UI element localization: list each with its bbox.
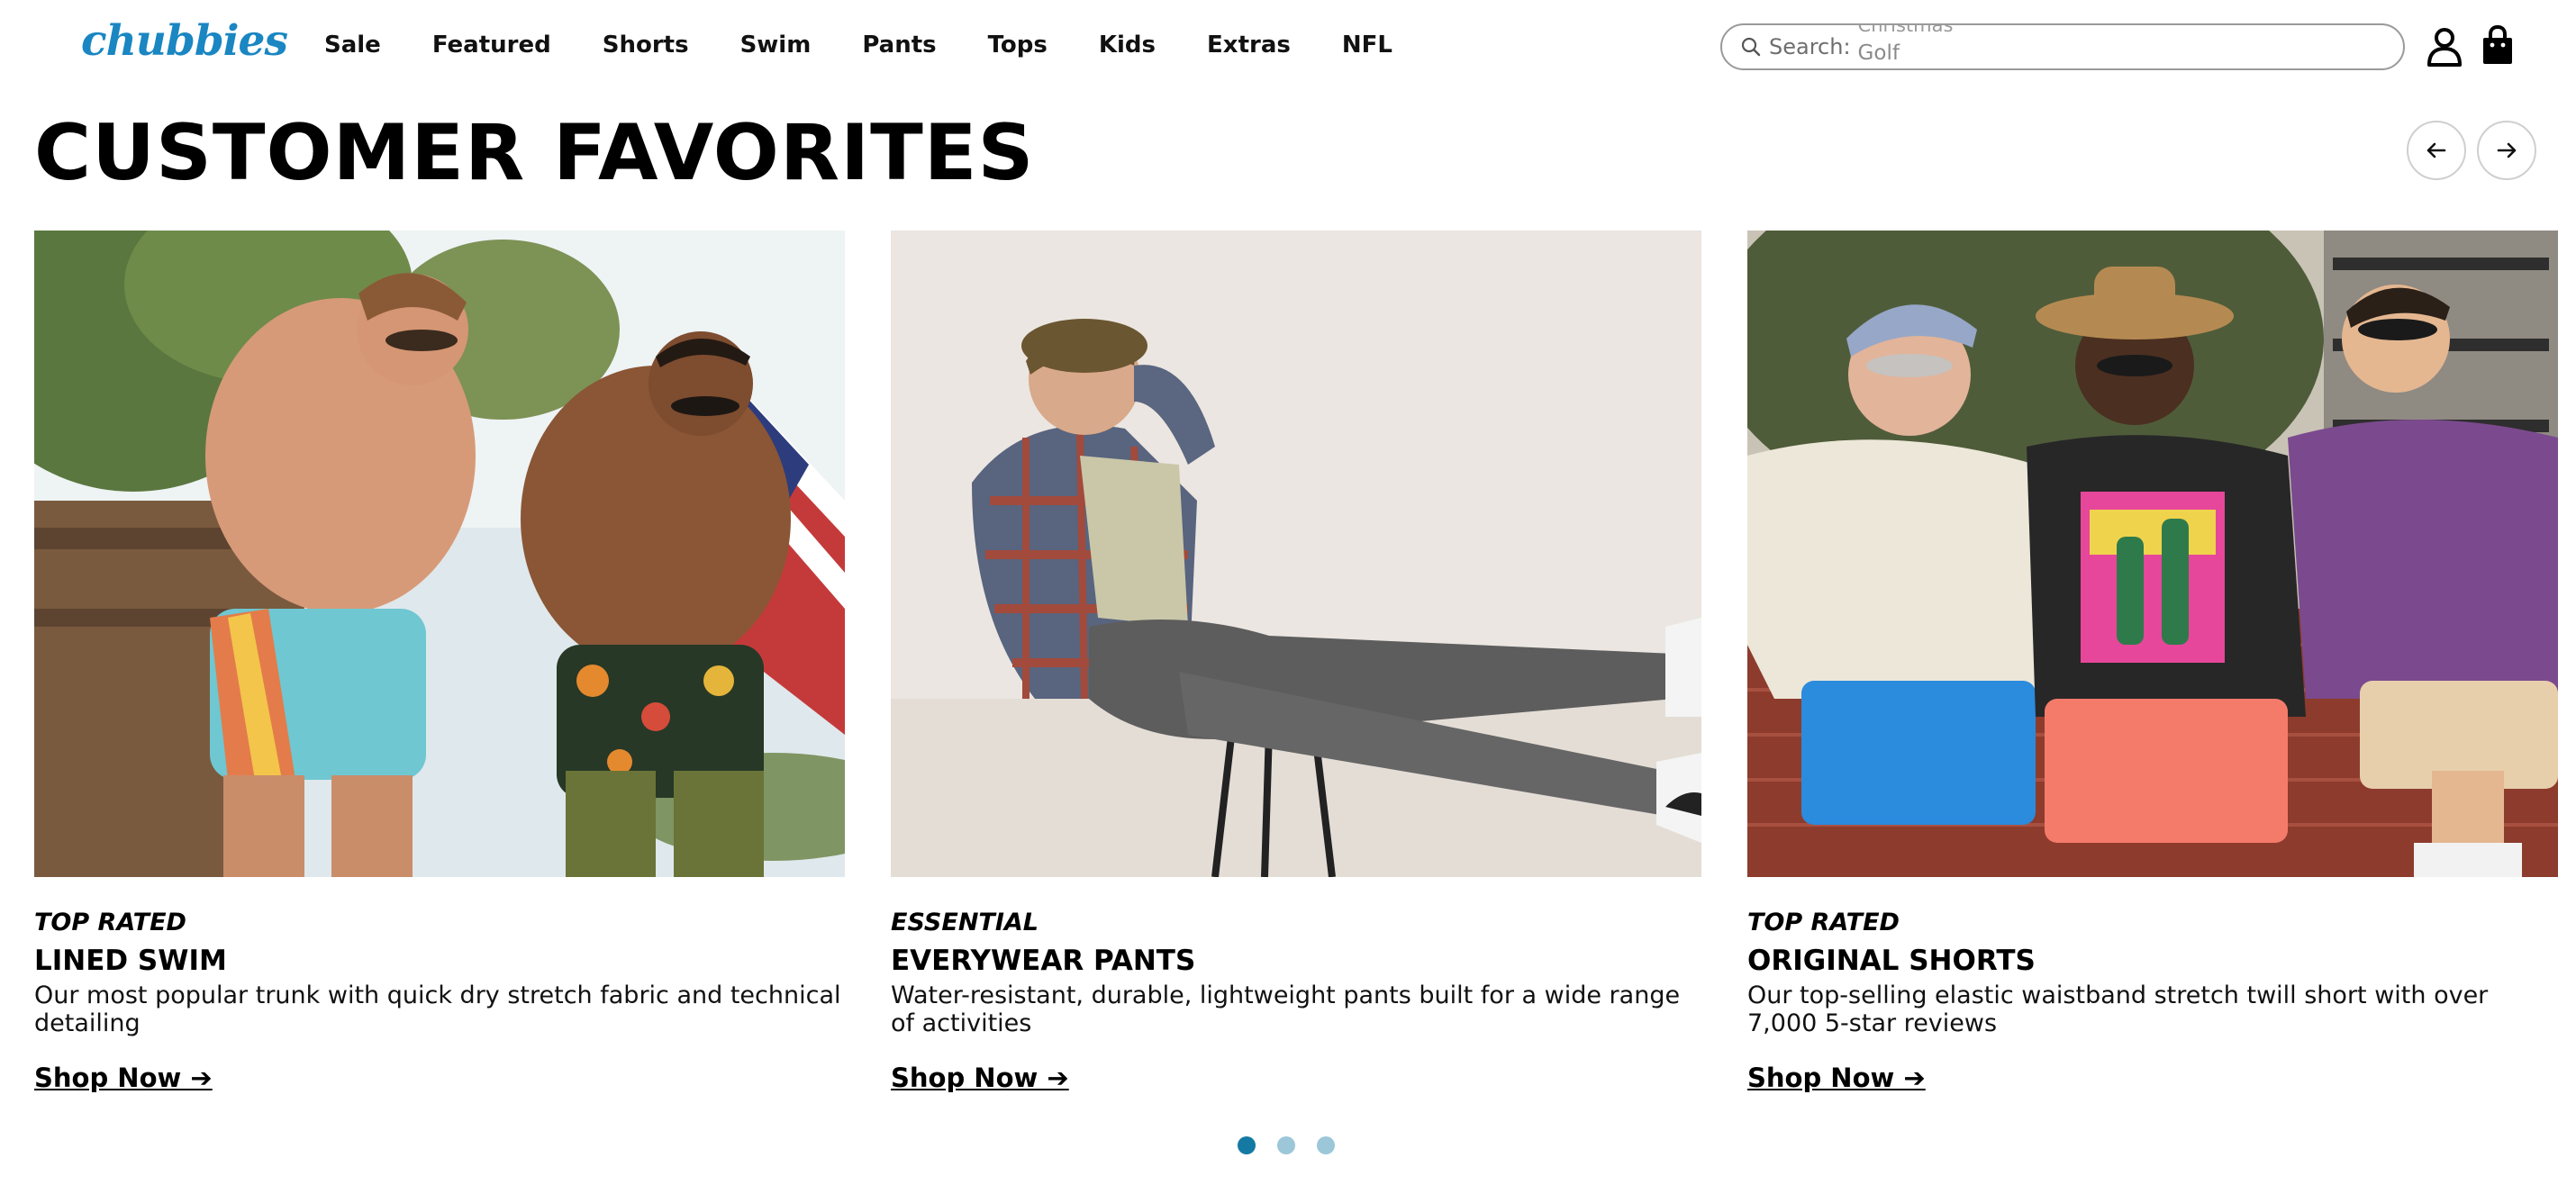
product-image-lined-swim[interactable] (34, 231, 845, 877)
card-eyebrow: TOP RATED (34, 909, 186, 936)
carousel-pagination (1238, 1136, 1335, 1154)
nav-item-extras[interactable]: Extras (1207, 32, 1291, 59)
nav-item-sale[interactable]: Sale (324, 32, 381, 59)
carousel-next-button[interactable] (2477, 121, 2536, 180)
card-eyebrow: TOP RATED (1747, 909, 1900, 936)
shop-now-link[interactable]: Shop Now ➔ (1747, 1063, 1926, 1093)
nav-item-featured[interactable]: Featured (432, 32, 551, 59)
card-title: LINED SWIM (34, 945, 227, 977)
nav-item-pants[interactable]: Pants (862, 32, 936, 59)
card-description: Our most popular trunk with quick dry st… (34, 981, 841, 1037)
nav-item-swim[interactable]: Swim (740, 32, 812, 59)
pagination-dot[interactable] (1238, 1136, 1256, 1154)
pagination-dot[interactable] (1317, 1136, 1335, 1154)
shopping-bag-icon[interactable] (2481, 25, 2515, 67)
carousel-prev-button[interactable] (2407, 121, 2466, 180)
lined-swim-photo (34, 231, 845, 877)
search-label: Search: (1769, 34, 1851, 59)
search-icon (1741, 37, 1761, 57)
logo-wordmark: chubbies (81, 15, 288, 66)
original-shorts-photo (1747, 231, 2558, 877)
search-input[interactable]: Search: Christmas Golf (1720, 23, 2405, 70)
card-title: ORIGINAL SHORTS (1747, 945, 2036, 977)
card-description: Water-resistant, durable, lightweight pa… (891, 981, 1681, 1037)
card-description: Our top-selling elastic waistband stretc… (1747, 981, 2489, 1037)
everywear-pants-photo (891, 231, 1701, 877)
nav-item-shorts[interactable]: Shorts (603, 32, 689, 59)
pagination-dot[interactable] (1277, 1136, 1295, 1154)
search-suggestion-current: Golf (1857, 41, 1900, 65)
shop-now-link[interactable]: Shop Now ➔ (891, 1063, 1069, 1093)
product-card-everywear-pants: ESSENTIAL EVERYWEAR PANTS Water-resistan… (891, 231, 1701, 1093)
nav-item-tops[interactable]: Tops (988, 32, 1048, 59)
section-title: CUSTOMER FAVORITES (34, 108, 1035, 198)
main-nav: Sale Featured Shorts Swim Pants Tops Kid… (324, 27, 1392, 63)
search-suggestion-previous: Christmas (1857, 23, 1954, 36)
product-image-everywear-pants[interactable] (891, 231, 1701, 877)
search-suggestion-rotator: Christmas Golf (1857, 23, 1966, 68)
nav-item-kids[interactable]: Kids (1099, 32, 1156, 59)
shop-now-link[interactable]: Shop Now ➔ (34, 1063, 213, 1093)
arrow-left-icon (2426, 142, 2446, 158)
chubbies-logo[interactable]: chubbies (79, 14, 288, 67)
card-title: EVERYWEAR PANTS (891, 945, 1196, 977)
user-icon[interactable] (2426, 27, 2463, 67)
product-card-lined-swim: TOP RATED LINED SWIM Our most popular tr… (34, 231, 845, 1093)
product-card-original-shorts: TOP RATED ORIGINAL SHORTS Our top-sellin… (1747, 231, 2558, 1093)
product-image-original-shorts[interactable] (1747, 231, 2558, 877)
card-eyebrow: ESSENTIAL (891, 909, 1039, 936)
arrow-right-icon (2497, 142, 2517, 158)
site-header: chubbies Sale Featured Shorts Swim Pants… (0, 0, 2576, 90)
nav-item-nfl[interactable]: NFL (1342, 32, 1392, 59)
